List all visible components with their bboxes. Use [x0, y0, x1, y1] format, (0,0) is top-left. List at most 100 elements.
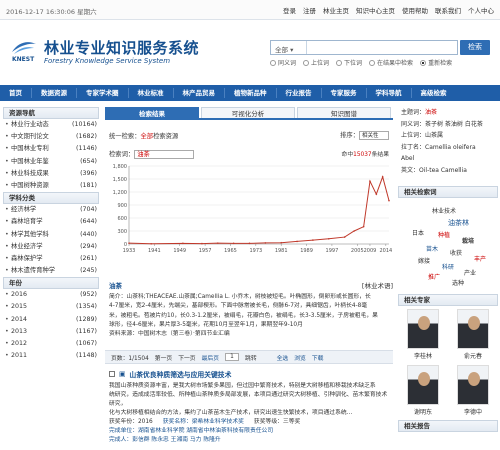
trend-chart-svg: 03006009001,2001,5001,8001933 1941 1949 195…	[113, 164, 393, 254]
nav-subjects[interactable]: 学科导航	[367, 85, 411, 101]
list-item[interactable]: 森林培育学(644)	[3, 216, 99, 228]
x-tick-label: 1997	[326, 248, 339, 254]
select-all-button[interactable]: 全选	[277, 353, 289, 362]
avatar	[457, 365, 489, 405]
contact-link[interactable]: 联系我们	[435, 5, 461, 15]
y-tick-label: 1,200	[113, 190, 127, 196]
personal-center-link[interactable]: 个人中心	[468, 5, 494, 15]
search-scope-select[interactable]: 全部 ▾	[271, 41, 307, 54]
data-point	[343, 236, 346, 238]
nav-standards[interactable]: 林业标准	[129, 85, 173, 101]
list-item[interactable]: 2015(1354)	[3, 301, 99, 313]
cloud-term[interactable]: 收获	[450, 248, 462, 257]
search-button[interactable]: 检索	[460, 40, 490, 55]
list-item[interactable]: 经济林学(704)	[3, 204, 99, 216]
nav-trade[interactable]: 林产品贸易	[174, 85, 225, 101]
entry-title[interactable]: 油茶	[109, 280, 122, 290]
list-item[interactable]: 2011(1148)	[3, 350, 99, 362]
forestry-home-link[interactable]: 林业主页	[323, 5, 349, 15]
login-link[interactable]: 登录	[283, 5, 296, 15]
next-page-button[interactable]: 下一页	[178, 353, 195, 362]
cloud-term[interactable]: 嫁接	[418, 256, 430, 265]
data-point	[353, 230, 355, 232]
list-item[interactable]: 中国林业专利(1146)	[3, 143, 99, 155]
x-tick-label: 1989	[300, 248, 313, 254]
info-row: 拉丁名：Camellia oleifera	[401, 143, 476, 151]
go-button[interactable]: 跳转	[245, 353, 257, 362]
register-link[interactable]: 注册	[303, 5, 316, 15]
entry-source: [林业术语]	[361, 282, 393, 290]
list-item[interactable]: 林业行业动态(10164)	[3, 119, 99, 131]
list-item[interactable]: 林学其他学科(440)	[3, 229, 99, 241]
option-synonym[interactable]: 同义词	[270, 58, 296, 67]
cloud-term[interactable]: 产业	[464, 268, 476, 277]
help-link[interactable]: 使用帮助	[402, 5, 428, 15]
data-point	[296, 240, 298, 243]
cloud-term[interactable]: 选种	[452, 278, 464, 287]
expert-card[interactable]: 俞元春	[448, 306, 498, 362]
sort-control[interactable]: 排序： 相关性	[340, 130, 389, 140]
list-item[interactable]: 中文期刊论文(1682)	[3, 131, 99, 143]
search-input[interactable]: 全部 ▾	[270, 40, 458, 55]
tab-results[interactable]: 检索结果	[105, 107, 199, 118]
cloud-term[interactable]: 科研	[442, 262, 454, 271]
logo-mark: KNEST	[12, 56, 35, 63]
option-broader[interactable]: 上位词	[303, 58, 329, 67]
list-item[interactable]: 林业科技成果(396)	[3, 168, 99, 180]
first-page-button[interactable]: 第一页	[155, 353, 172, 362]
cloud-term[interactable]: 林业技术	[432, 206, 456, 215]
data-point	[182, 242, 184, 245]
nav-services[interactable]: 专家服务	[322, 85, 366, 101]
article-checkbox[interactable]	[109, 371, 115, 377]
option-narrower[interactable]: 下位词	[336, 58, 362, 67]
sort-select[interactable]: 相关性	[359, 130, 389, 140]
option-new-search[interactable]: 重新检索	[420, 58, 452, 67]
info-row: Abel	[401, 155, 415, 162]
article-title[interactable]: 山茶优良种质筛选与应用关键技术	[129, 369, 231, 379]
expert-grid: 李桂林 俞元春 谢明东 李德中	[398, 306, 498, 418]
logo-icon	[12, 42, 36, 54]
list-item[interactable]: 2016(952)	[3, 289, 99, 301]
info-row: 同义词：茶子树 茶油树 白花茶	[401, 120, 483, 128]
knowledge-center-link[interactable]: 知识中心主页	[356, 5, 395, 15]
page-number-input[interactable]: 1	[225, 353, 240, 361]
related-reports-title: 相关报告	[398, 420, 498, 432]
cloud-term[interactable]: 日本	[412, 228, 424, 237]
list-item[interactable]: 2013(1167)	[3, 326, 99, 338]
list-item[interactable]: 2012(1067)	[3, 338, 99, 350]
nav-advanced[interactable]: 高级检索	[412, 85, 456, 101]
keyword-field[interactable]: 油茶	[134, 149, 195, 159]
list-item[interactable]: 林业经济学(294)	[3, 241, 99, 253]
nav-home[interactable]: 首页	[0, 85, 31, 101]
y-tick-label: 1,500	[113, 177, 127, 183]
list-item[interactable]: 林木遗传育种学(245)	[3, 265, 99, 277]
cloud-term[interactable]: 丰产	[474, 254, 486, 263]
site-subtitle: Forestry Knowledge Service System	[44, 57, 171, 65]
browse-button[interactable]: 浏览	[294, 353, 306, 362]
expert-card[interactable]: 李桂林	[398, 306, 448, 362]
list-item[interactable]: 2014(1289)	[3, 314, 99, 326]
x-tick-label: 1941	[148, 248, 161, 254]
list-item[interactable]: 中国树种资源(181)	[3, 180, 99, 192]
tab-visualization[interactable]: 可视化分析	[201, 107, 295, 118]
option-in-results[interactable]: 在结果中检索	[369, 58, 413, 67]
cloud-term[interactable]: 油茶林	[448, 218, 469, 228]
nav-reports[interactable]: 行业报告	[277, 85, 321, 101]
expert-card[interactable]: 李德中	[448, 362, 498, 418]
x-tick-label: 1957	[199, 248, 212, 254]
tab-knowledge-graph[interactable]: 知识图谱	[297, 107, 391, 118]
cloud-term[interactable]: 栽培	[462, 236, 474, 245]
nav-experts[interactable]: 专家学术圈	[77, 85, 128, 101]
cloud-term[interactable]: 推广	[428, 272, 440, 281]
list-item[interactable]: 中国林业年鉴(654)	[3, 156, 99, 168]
cloud-term[interactable]: 种植	[438, 230, 450, 239]
x-tick-label: 1973	[249, 248, 262, 254]
nav-data[interactable]: 数据资源	[32, 85, 76, 101]
list-item[interactable]: 森林保护学(261)	[3, 253, 99, 265]
nav-varieties[interactable]: 植物新品种	[225, 85, 276, 101]
cloud-term[interactable]: 苗木	[426, 244, 438, 253]
resource-nav-title: 资源导航	[3, 107, 99, 119]
expert-card[interactable]: 谢明东	[398, 362, 448, 418]
download-button[interactable]: 下载	[312, 353, 324, 362]
last-page-button[interactable]: 最后页	[202, 353, 219, 362]
